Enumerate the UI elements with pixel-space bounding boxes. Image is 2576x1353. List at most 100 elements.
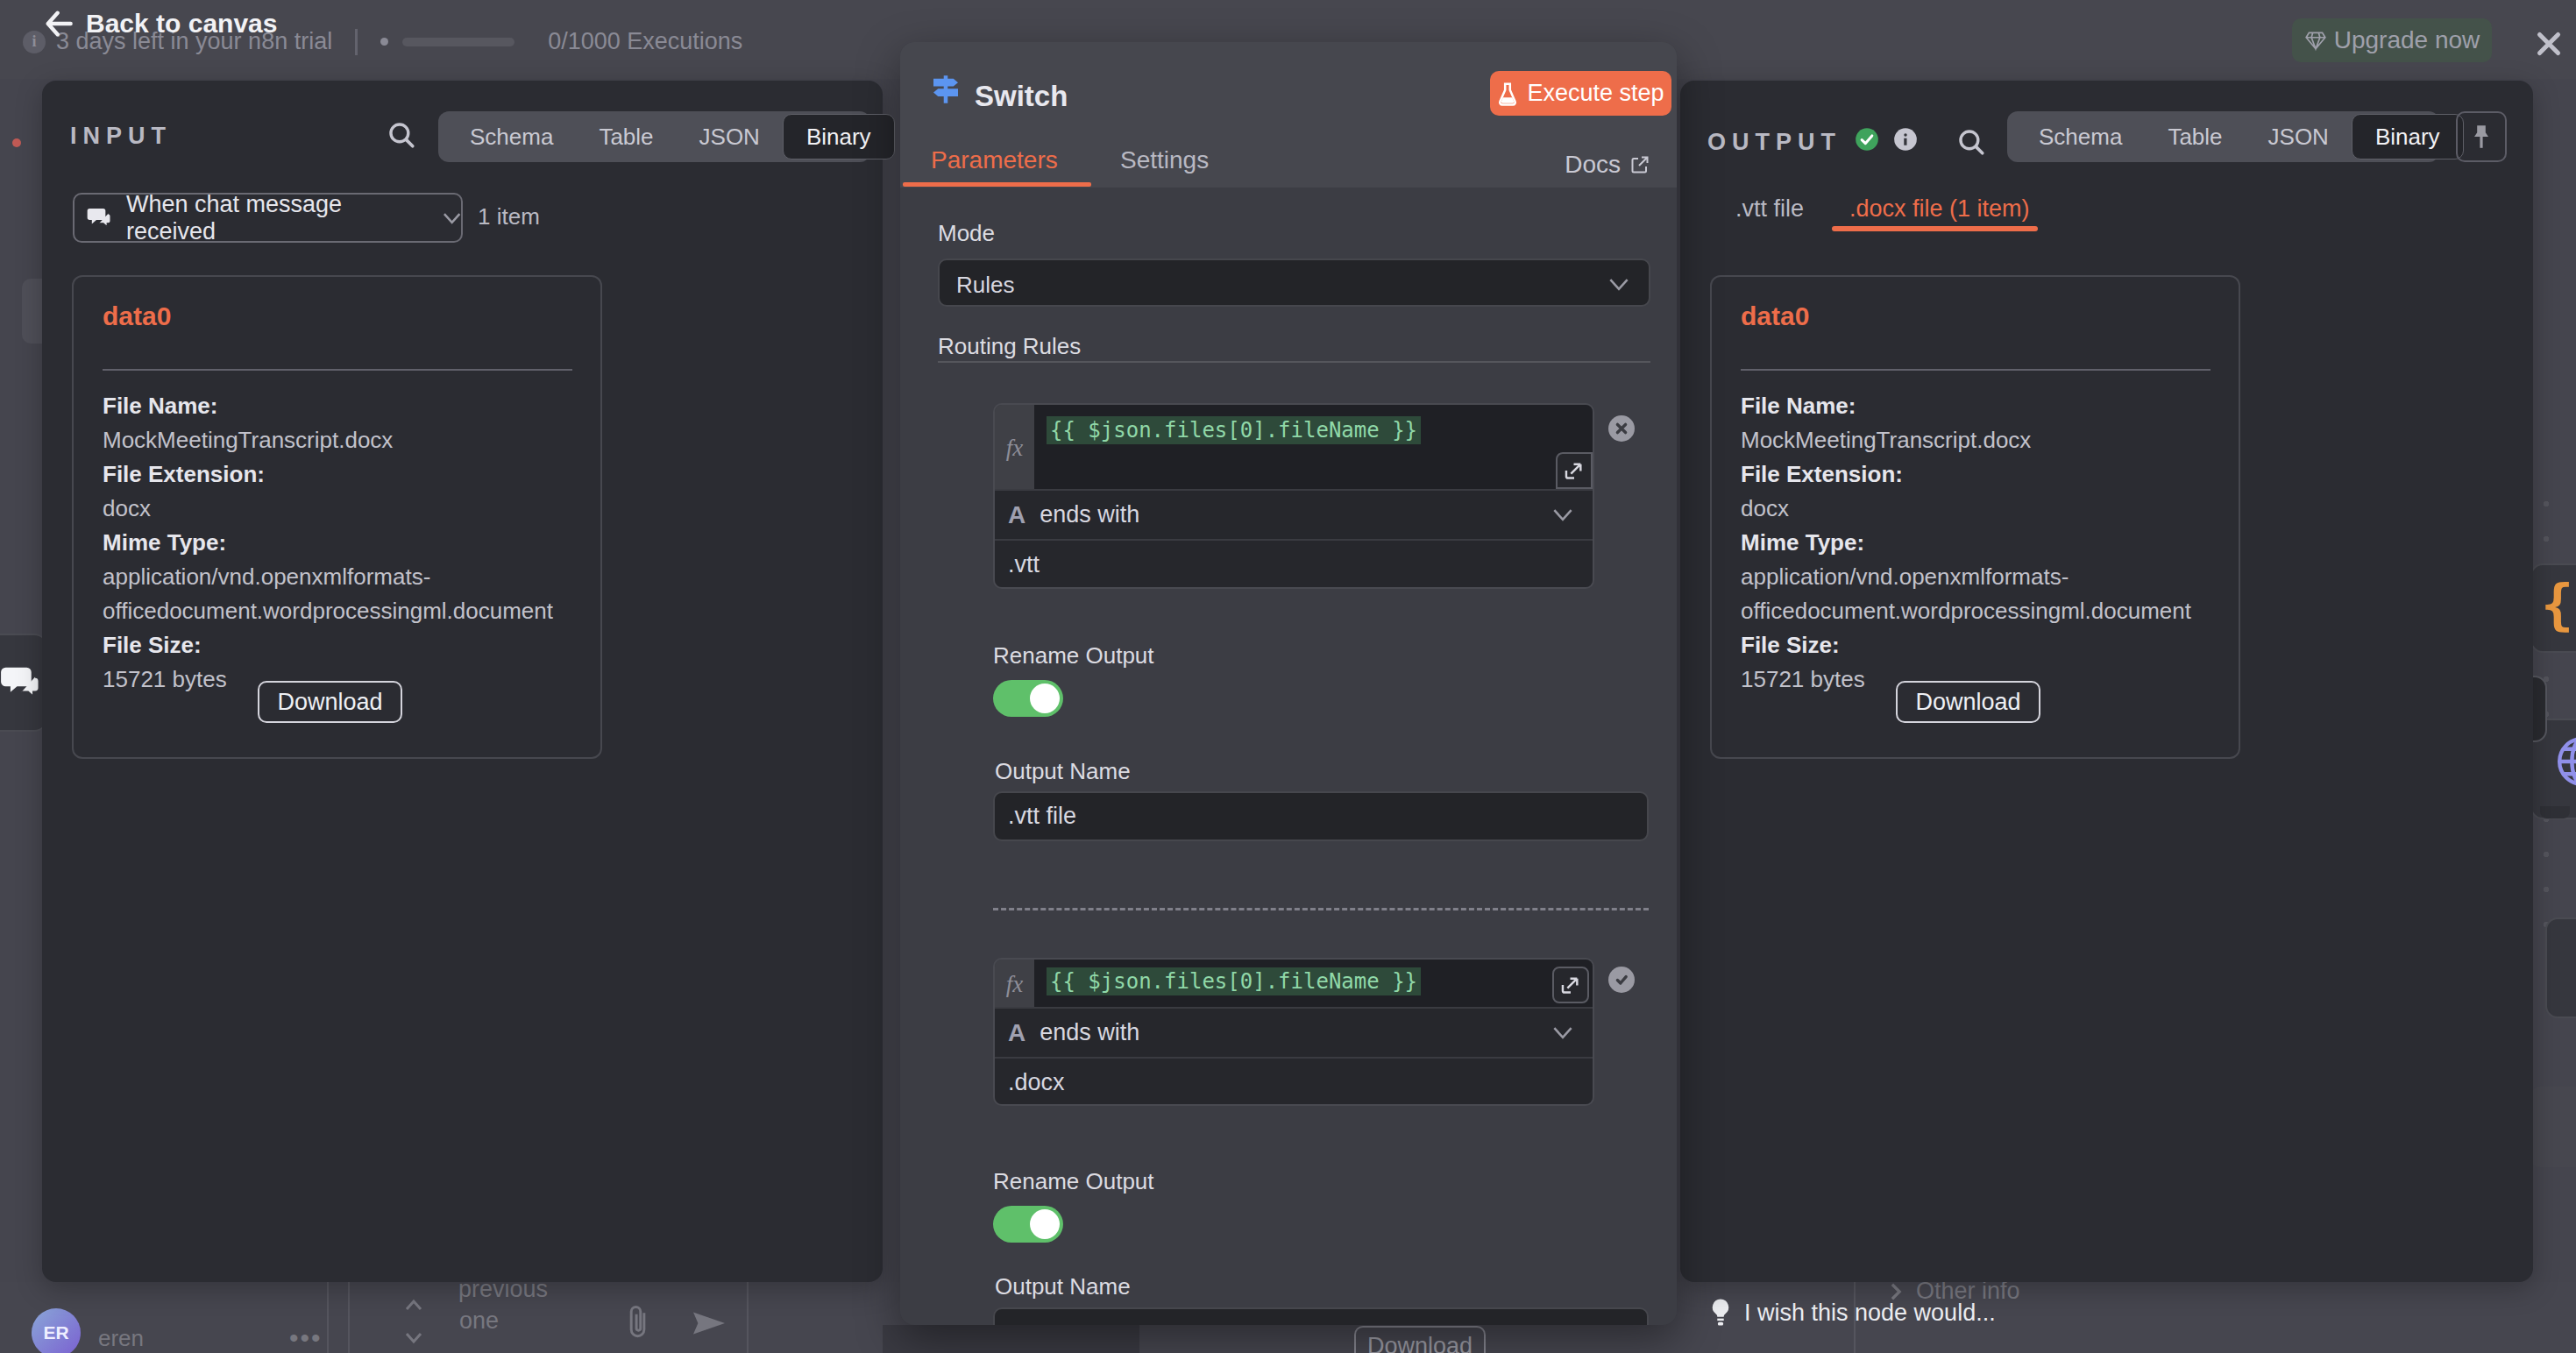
chevron-down-icon [1608,278,1629,291]
rule-2-expression[interactable]: fx {{ $json.files[0].fileName }} [995,960,1593,1007]
search-icon[interactable] [1956,127,1986,157]
x-icon [1614,421,1629,436]
braces-icon: { [2532,565,2576,636]
output-name-input[interactable] [993,1307,1649,1325]
rule-valid-check [1608,967,1635,993]
paperclip-icon[interactable] [626,1304,652,1342]
input-data-card: data0 File Name: MockMeetingTranscript.d… [72,275,602,759]
chat-bubbles-icon [0,660,46,705]
success-check-icon [1855,127,1879,152]
logs-ghost [883,1325,1139,1353]
panel-edge [348,1282,350,1353]
chevron-up-icon[interactable] [403,1297,424,1313]
rename-output-label: Rename Output [993,642,1154,669]
string-type-icon: A [1008,1019,1025,1047]
upgrade-button[interactable]: Upgrade now [2292,18,2492,62]
external-link-icon [1629,154,1650,175]
rule-1: fx {{ $json.files[0].fileName }} A ends … [993,403,1594,589]
rename-toggle[interactable] [993,680,1063,717]
divider [1741,369,2211,371]
rule-separator [993,908,1649,910]
input-view-tabs: Schema Table JSON Binary [438,111,870,162]
output-name-label: Output Name [995,758,1131,785]
rule-1-expression[interactable]: fx {{ $json.files[0].fileName }} [995,405,1593,489]
info-icon: i [23,31,46,53]
download-button[interactable]: Download [1896,681,2040,723]
expand-expression-button[interactable] [1552,967,1589,1003]
input-source-select[interactable]: When chat message received [73,193,463,243]
output-panel: OUTPUT Schema Table JSON Binary .vtt fil… [1680,81,2533,1282]
file-info: File Name: MockMeetingTranscript.docx Fi… [103,389,580,697]
lightbulb-icon [1709,1298,1732,1328]
routing-rules-label: Routing Rules [938,333,1081,360]
expand-expression-button[interactable] [1556,452,1593,489]
canvas-dot [12,138,21,147]
rule-1-operator[interactable]: A ends with [995,489,1593,539]
rule-2-operator[interactable]: A ends with [995,1007,1593,1057]
rule-1-value[interactable]: .vtt [995,539,1593,589]
ellipsis-icon: ••• [289,1323,323,1353]
info-icon[interactable] [1893,127,1918,152]
download-button[interactable]: Download [258,681,402,723]
panel-edge [327,1282,329,1353]
remove-rule-button[interactable] [1608,415,1635,442]
rule-2-value[interactable]: .docx [995,1057,1593,1106]
search-icon[interactable] [387,120,416,150]
mode-label: Mode [938,220,995,247]
items-count: 1 item [478,203,540,230]
output-name-label: Output Name [995,1273,1131,1300]
chevron-down-icon[interactable] [403,1330,424,1346]
tab-schema[interactable]: Schema [447,114,576,159]
input-title: INPUT [70,123,172,150]
expression-code[interactable]: {{ $json.files[0].fileName }} [1047,416,1421,444]
gem-icon [2304,29,2327,52]
pin-button[interactable] [2456,111,2507,162]
tab-binary[interactable]: Binary [783,114,895,159]
close-icon[interactable] [2533,28,2565,60]
tab-settings[interactable]: Settings [1120,146,1209,174]
tab-schema[interactable]: Schema [2016,114,2145,159]
tab-json[interactable]: JSON [677,114,783,159]
pin-icon [2470,123,2493,151]
divider [355,29,358,55]
expression-code[interactable]: {{ $json.files[0].fileName }} [1047,967,1421,995]
output-view-tabs: Schema Table JSON Binary [2007,111,2439,162]
tab-json[interactable]: JSON [2246,114,2352,159]
back-to-canvas[interactable]: Back to canvas [44,9,277,39]
rename-output-label: Rename Output [993,1168,1154,1195]
switch-node-icon [927,71,964,108]
wish-link[interactable]: I wish this node would... [1709,1298,1996,1328]
canvas-node [2545,917,2576,1018]
node-settings-dialog: Switch Execute step Parameters Settings … [900,42,1677,1325]
output-name-input[interactable]: .vtt file [993,791,1649,841]
flask-icon [1497,81,1518,106]
rename-toggle[interactable] [993,1206,1063,1243]
branch-tab-underline [1832,226,2038,231]
tab-binary[interactable]: Binary [2352,114,2464,159]
chat-draft-line2: one [459,1307,499,1335]
avatar: ER [32,1308,81,1353]
code-node[interactable]: { [2530,563,2576,653]
canvas-card-edge [2530,1087,2576,1167]
tab-table[interactable]: Table [576,114,676,159]
fx-badge: fx [995,960,1034,1007]
active-tab-underline [903,182,1091,187]
expand-icon [1565,461,1584,480]
divider [938,361,1650,363]
branch-tab-vtt[interactable]: .vtt file [1735,195,1804,223]
mode-select[interactable]: Rules [938,259,1650,307]
output-data-card: data0 File Name: MockMeetingTranscript.d… [1710,275,2240,759]
send-icon[interactable] [690,1307,728,1339]
card-title: data0 [103,301,171,331]
tab-table[interactable]: Table [2145,114,2245,159]
execute-step-button[interactable]: Execute step [1490,71,1671,116]
docs-link[interactable]: Docs [1565,151,1650,179]
arrow-left-icon [44,11,74,37]
string-type-icon: A [1008,501,1025,529]
chat-trigger-node[interactable] [0,634,48,732]
executions-count: 0/1000 Executions [548,28,742,55]
branch-tab-docx[interactable]: .docx file (1 item) [1849,195,2030,223]
tab-parameters[interactable]: Parameters [931,146,1058,174]
source-select-value: When chat message received [126,191,429,245]
executions-progress [402,38,514,46]
